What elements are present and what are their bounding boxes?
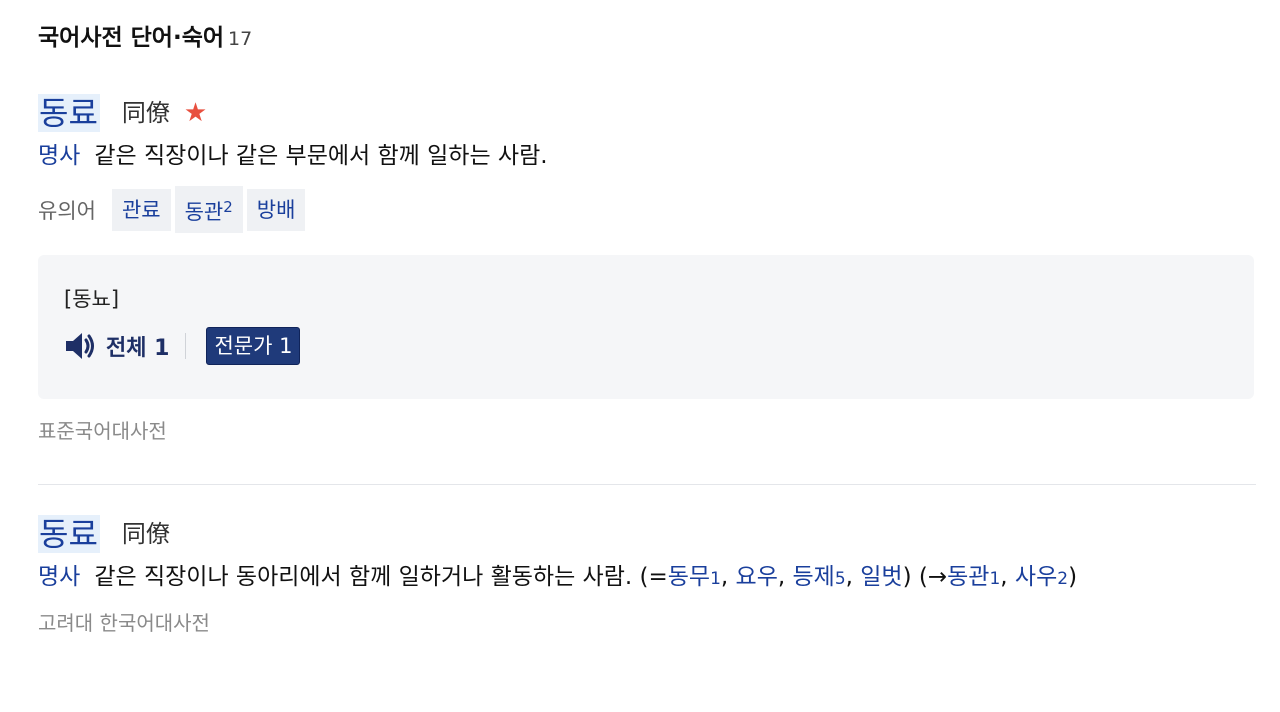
section-title: 국어사전 단어·숙어 17: [38, 18, 252, 52]
section-count: 17: [228, 28, 253, 50]
audio-expert-button[interactable]: 전문가 1: [206, 327, 301, 365]
definition-text: 같은 직장이나 같은 부문에서 함께 일하는 사람.: [94, 143, 548, 169]
xref-text: 요우: [735, 564, 778, 590]
synonym-label: 유의어: [38, 198, 96, 223]
xref-number: 1: [710, 569, 721, 589]
cross-reference-link[interactable]: 사우2: [1015, 564, 1068, 590]
synonym-row: 유의어 관료 동관2 방배: [38, 186, 1256, 233]
xref-text: 동무: [667, 564, 711, 590]
cross-reference-link[interactable]: 등제5: [792, 564, 845, 590]
xref-number: 1: [989, 569, 1001, 589]
synonym-text: 관료: [121, 197, 161, 222]
source-link[interactable]: 고려대 한국어대사전: [38, 607, 1256, 636]
speaker-icon[interactable]: [64, 331, 98, 361]
xref-text: 사우: [1014, 564, 1058, 590]
cross-reference-link[interactable]: 요우: [736, 564, 778, 590]
cross-reference-link[interactable]: 동관1: [947, 564, 1000, 590]
separator: ,: [777, 564, 793, 590]
section-title-text: 국어사전 단어·숙어: [38, 25, 225, 51]
entry-word-link[interactable]: 동료: [38, 515, 100, 553]
xref-number: 5: [834, 569, 846, 589]
separator: ,: [720, 564, 736, 590]
xref-text: 등제: [792, 564, 835, 590]
cross-reference-link[interactable]: 동무1: [668, 564, 721, 590]
entry-definition: 명사 같은 직장이나 같은 부문에서 함께 일하는 사람.: [38, 136, 1256, 176]
pronunciation-box: [동뇨] 전체 1 전문가 1: [38, 255, 1254, 399]
audio-all-button[interactable]: 전체 1: [106, 330, 169, 362]
homonym-number: 2: [223, 198, 233, 216]
entry-divider: [38, 484, 1256, 485]
divider: [185, 333, 187, 359]
separator: ) (→: [902, 564, 948, 590]
part-of-speech: 명사: [38, 564, 81, 590]
star-icon: ★: [183, 98, 208, 128]
separator: ,: [1000, 564, 1015, 590]
entry-hanja: 同僚: [121, 99, 170, 127]
xref-text: 동관: [947, 564, 990, 590]
pronunciation-text: [동뇨]: [64, 287, 120, 311]
dictionary-entry: 동료 同僚 ★ 명사 같은 직장이나 같은 부문에서 함께 일하는 사람. 유의어…: [38, 94, 1256, 444]
separator: ,: [845, 564, 861, 590]
separator: ): [1068, 564, 1078, 590]
entry-hanja: 同僚: [121, 520, 170, 548]
cross-reference-link[interactable]: 일벗: [860, 564, 902, 590]
synonym-chip[interactable]: 관료: [111, 188, 171, 231]
entry-definition: 명사 같은 직장이나 동아리에서 함께 일하거나 활동하는 사람. (=동무1, …: [38, 557, 1256, 599]
synonym-chip[interactable]: 방배: [246, 188, 306, 231]
synonym-chip[interactable]: 동관2: [174, 186, 243, 233]
synonym-text: 방배: [256, 197, 296, 222]
xref-text: 일벗: [860, 564, 903, 590]
xref-number: 2: [1057, 569, 1069, 589]
audio-row: 전체 1 전문가 1: [64, 327, 301, 365]
entry-headline: 동료 同僚 ★: [38, 94, 1256, 132]
definition-text: 같은 직장이나 동아리에서 함께 일하거나 활동하는 사람. (=: [94, 564, 668, 590]
entry-word-link[interactable]: 동료: [38, 94, 100, 132]
dictionary-entry: 동료 同僚 명사 같은 직장이나 동아리에서 함께 일하거나 활동하는 사람. (…: [38, 515, 1256, 636]
part-of-speech: 명사: [38, 143, 81, 169]
entry-headline: 동료 同僚: [38, 515, 1256, 553]
source-link[interactable]: 표준국어대사전: [38, 415, 1256, 444]
synonym-text: 동관: [184, 200, 224, 224]
